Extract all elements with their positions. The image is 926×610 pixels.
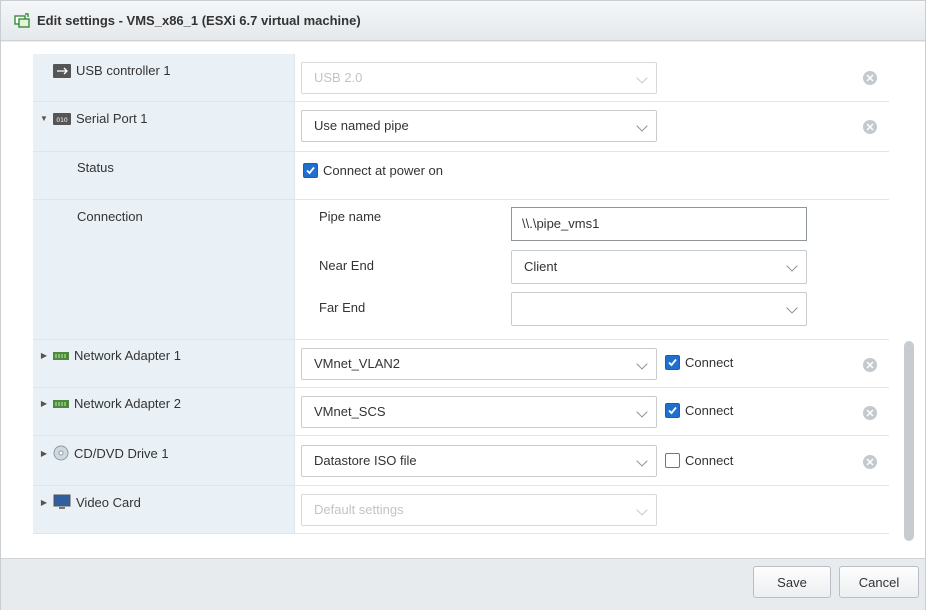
connect-at-power-on-checkbox[interactable]: Connect at power on [303,163,443,178]
row-usb-controller: USB controller 1 USB 2.0 [33,54,889,102]
network-adapter-icon [53,399,69,408]
far-end-label: Far End [319,300,366,315]
checkbox-checked-icon [303,163,318,178]
virtual-machine-icon [14,12,30,28]
serial-port-type-select[interactable]: Use named pipe [301,110,657,142]
edit-settings-dialog: Edit settings - VMS_x86_1 (ESXi 6.7 virt… [0,0,926,610]
near-end-select[interactable]: Client [511,250,807,284]
expand-caret-icon[interactable]: ▶ [39,399,49,408]
row-cd-dvd-drive: ▶ CD/DVD Drive 1 Datastore ISO file Conn… [33,436,889,486]
usb-controller-label: USB controller 1 [76,63,171,78]
network-adapter-1-connect-checkbox[interactable]: Connect [665,355,733,370]
network-adapter-2-value: VMnet_SCS [314,404,386,419]
serial-port-label: Serial Port 1 [76,111,148,126]
expand-caret-icon[interactable]: ▶ [39,449,49,458]
pipe-name-value: \\.\pipe_vms1 [522,216,600,231]
chevron-down-icon [636,455,648,467]
chevron-down-icon [636,72,648,84]
title-bar: Edit settings - VMS_x86_1 (ESXi 6.7 virt… [1,1,925,41]
serial-port-type-value: Use named pipe [314,118,409,133]
row-video-card: ▶ Video Card Default settings [33,486,889,534]
cd-dvd-connect-checkbox[interactable]: Connect [665,453,733,468]
chevron-down-icon [786,260,798,272]
far-end-select[interactable] [511,292,807,326]
pipe-name-label: Pipe name [319,209,382,224]
connect-at-power-on-label: Connect at power on [323,163,443,178]
cd-dvd-drive-icon [53,445,69,461]
hardware-table: USB controller 1 USB 2.0 ▼ 010 Serial Po… [33,54,889,574]
near-end-label: Near End [319,258,374,273]
connect-label: Connect [685,355,734,370]
network-adapter-1-label: Network Adapter 1 [74,348,181,363]
checkbox-unchecked-icon [665,453,680,468]
chevron-down-icon [636,406,648,418]
remove-device-icon[interactable] [863,358,877,372]
video-card-label: Video Card [76,494,141,510]
expand-caret-icon[interactable]: ▼ [39,114,49,123]
usb-controller-icon [53,63,71,78]
serial-port-icon: 010 [53,112,71,125]
connection-label: Connection [77,209,143,224]
settings-content: USB controller 1 USB 2.0 ▼ 010 Serial Po… [1,42,925,558]
expand-caret-icon[interactable]: ▶ [39,498,49,507]
checkbox-checked-icon [665,403,680,418]
network-adapter-2-connect-checkbox[interactable]: Connect [665,403,733,418]
remove-device-icon[interactable] [863,406,877,420]
chevron-down-icon [636,504,648,516]
chevron-down-icon [786,302,798,314]
vertical-scrollbar[interactable] [904,341,914,541]
save-button[interactable]: Save [753,566,831,598]
row-network-adapter-1: ▶ Network Adapter 1 VMnet_VLAN2 Connect [33,340,889,388]
row-serial-connection: Connection Pipe name \\.\pipe_vms1 Near … [33,200,889,340]
network-adapter-2-select[interactable]: VMnet_SCS [301,396,657,428]
video-card-settings-value: Default settings [314,502,404,517]
usb-version-select[interactable]: USB 2.0 [301,62,657,94]
usb-version-value: USB 2.0 [314,70,363,85]
dialog-title: Edit settings - VMS_x86_1 (ESXi 6.7 virt… [37,13,361,28]
video-card-settings-select[interactable]: Default settings [301,494,657,526]
cd-dvd-media-value: Datastore ISO file [314,453,417,468]
row-serial-status: Status Connect at power on [33,152,889,200]
pipe-name-input[interactable]: \\.\pipe_vms1 [511,207,807,241]
network-adapter-1-value: VMnet_VLAN2 [314,356,400,371]
remove-device-icon[interactable] [863,71,877,85]
chevron-down-icon [636,358,648,370]
chevron-down-icon [636,120,648,132]
network-adapter-2-label: Network Adapter 2 [74,396,181,411]
near-end-value: Client [524,259,558,274]
video-card-icon [53,494,71,509]
remove-device-icon[interactable] [863,120,877,134]
cd-dvd-drive-label: CD/DVD Drive 1 [74,445,169,461]
cancel-button[interactable]: Cancel [839,566,919,598]
network-adapter-icon [53,351,69,360]
row-network-adapter-2: ▶ Network Adapter 2 VMnet_SCS Connect [33,388,889,436]
status-label: Status [77,160,114,175]
remove-device-icon[interactable] [863,455,877,469]
connect-label: Connect [685,403,734,418]
svg-text:010: 010 [56,117,68,124]
cd-dvd-media-select[interactable]: Datastore ISO file [301,445,657,477]
row-serial-port: ▼ 010 Serial Port 1 Use named pipe [33,102,889,152]
expand-caret-icon[interactable]: ▶ [39,351,49,360]
checkbox-checked-icon [665,355,680,370]
connect-label: Connect [685,453,734,468]
network-adapter-1-select[interactable]: VMnet_VLAN2 [301,348,657,380]
